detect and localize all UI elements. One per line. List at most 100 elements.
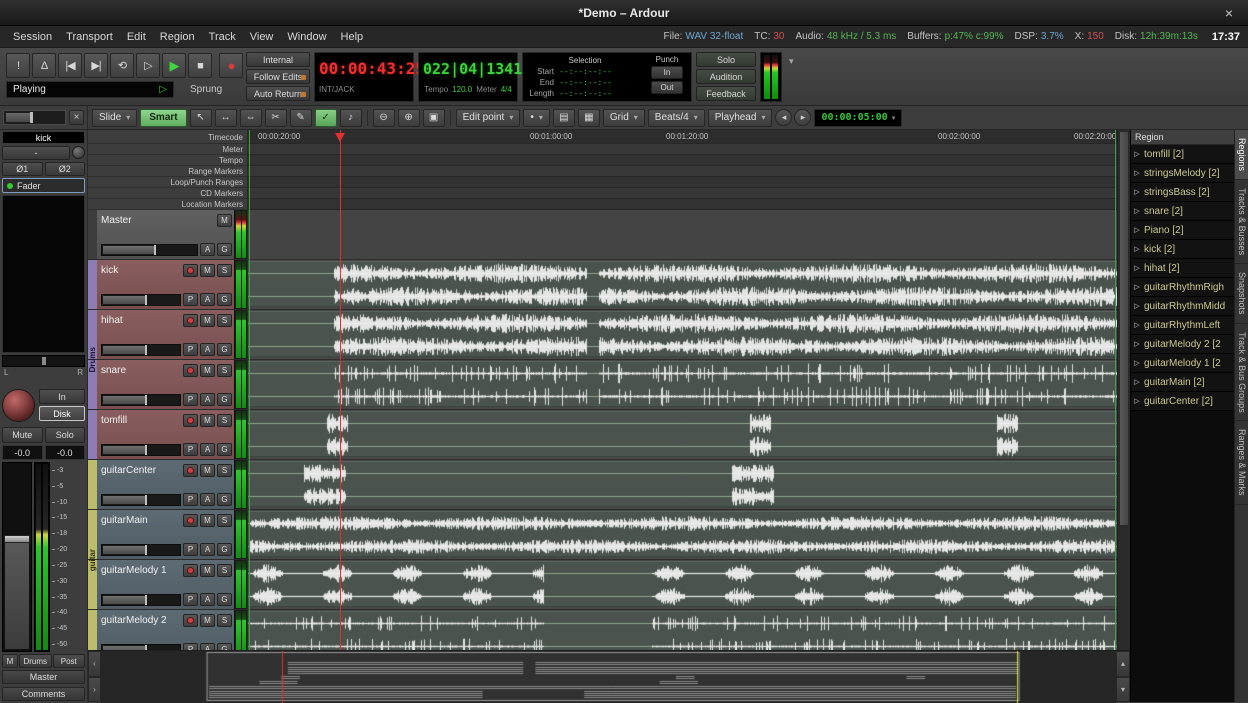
region-item-tomfill-2[interactable]: ▷tomfill [2] <box>1131 145 1234 164</box>
disclosure-icon[interactable]: ▷ <box>1133 169 1141 177</box>
record-enable-button[interactable] <box>183 264 198 277</box>
follow-edits-button[interactable]: Follow Edits <box>246 69 310 84</box>
fader-mode-button[interactable]: Fader <box>2 178 85 193</box>
monitor-disk-button[interactable]: Disk <box>39 406 85 421</box>
tomfill-s-button[interactable]: S <box>217 414 232 427</box>
region-item-guitarmelody-1-2[interactable]: ▷guitarMelody 1 [2 <box>1131 354 1234 373</box>
window-close-icon[interactable]: × <box>1220 4 1238 22</box>
ruler-timecode[interactable]: 00:00:20:0000:01:00:0000:01:20:0000:02:0… <box>248 130 1117 144</box>
menu-help[interactable]: Help <box>334 29 371 45</box>
disclosure-icon[interactable]: ▷ <box>1133 302 1141 310</box>
ruler-loop-punch-ranges[interactable] <box>248 177 1117 188</box>
disclosure-icon[interactable]: ▷ <box>1133 226 1141 234</box>
grid-dropdown[interactable]: Grid <box>603 109 645 127</box>
ruler-range-markers[interactable] <box>248 166 1117 177</box>
region-list-header[interactable]: Region <box>1131 130 1234 145</box>
track-header-tomfill[interactable]: tomfillMSPAG <box>88 410 247 460</box>
track-lane-guitarcenter[interactable] <box>248 460 1117 510</box>
snare-a-button[interactable]: A <box>200 393 215 406</box>
track-header-guitarmelody-2[interactable]: guitarMelody 2MSPAG <box>88 610 247 650</box>
track-gain-fader[interactable] <box>101 244 198 256</box>
tomfill-a-button[interactable]: A <box>200 443 215 456</box>
kick-s-button[interactable]: S <box>217 264 232 277</box>
track-canvas[interactable]: 00:00:20:0000:01:00:0000:01:20:0000:02:0… <box>248 130 1117 650</box>
kick-p-button[interactable]: P <box>183 293 198 306</box>
transport-state-display[interactable]: Playing ▷ <box>6 81 174 98</box>
hihat-m-button[interactable]: M <box>200 314 215 327</box>
master-g-button[interactable]: G <box>217 243 232 256</box>
stretch-tool[interactable]: ⇔ <box>240 109 262 127</box>
menu-track[interactable]: Track <box>202 29 243 45</box>
guitarmain-p-button[interactable]: P <box>183 543 198 556</box>
master-m-button[interactable]: M <box>217 214 232 227</box>
region-item-guitarrhythmrigh[interactable]: ▷guitarRhythmRigh <box>1131 278 1234 297</box>
guitarmelody-1-a-button[interactable]: A <box>200 593 215 606</box>
disclosure-icon[interactable]: ▷ <box>1133 378 1141 386</box>
tomfill-p-button[interactable]: P <box>183 443 198 456</box>
record-button[interactable]: ● <box>219 53 243 78</box>
track-lane-guitarmain[interactable] <box>248 510 1117 560</box>
disclosure-icon[interactable]: ▷ <box>1133 245 1141 253</box>
region-item-snare-2[interactable]: ▷snare [2] <box>1131 202 1234 221</box>
zoom-in-button[interactable]: ⊕ <box>398 109 420 127</box>
range-tool[interactable]: ↔ <box>215 109 237 127</box>
phase-invert-1-button[interactable]: Ø1 <box>2 162 43 176</box>
grid-unit-dropdown[interactable]: Beats/4 <box>648 109 705 127</box>
record-enable-button[interactable] <box>183 314 198 327</box>
region-item-guitarrhythmmidd[interactable]: ▷guitarRhythmMidd <box>1131 297 1234 316</box>
midi-panic-button[interactable]: ! <box>6 53 30 78</box>
track-gain-fader[interactable] <box>101 394 181 406</box>
summary-scroll-right-button[interactable]: › <box>88 677 101 703</box>
zoom-fit-button[interactable]: ▣ <box>423 109 445 127</box>
menu-session[interactable]: Session <box>6 29 59 45</box>
loop-button[interactable]: ⟲ <box>110 53 134 78</box>
stop-button[interactable]: ■ <box>188 53 212 78</box>
trim-gain-knob[interactable] <box>2 389 35 422</box>
disclosure-icon[interactable]: ▷ <box>1133 283 1141 291</box>
auto-return-button[interactable]: Auto Return <box>246 86 310 101</box>
sync-internal-button[interactable]: Internal <box>246 52 310 67</box>
guitarmelody-2-m-button[interactable]: M <box>200 614 215 627</box>
track-header-kick[interactable]: kickMSPAG <box>88 260 247 310</box>
guitarmelody-1-s-button[interactable]: S <box>217 564 232 577</box>
secondary-clock[interactable]: 022|04|1341 Tempo 120.0 Meter 4/4 <box>418 52 518 102</box>
track-header-guitarmelody-1[interactable]: guitarMelody 1MSPAG <box>88 560 247 610</box>
shuttle-mode-label[interactable]: Sprung <box>190 84 222 95</box>
close-icon[interactable]: × <box>69 110 84 125</box>
track-gain-fader[interactable] <box>101 594 181 606</box>
snare-m-button[interactable]: M <box>200 364 215 377</box>
guitarmelody-1-g-button[interactable]: G <box>217 593 232 606</box>
edit-point-dropdown[interactable]: Edit point <box>456 109 521 127</box>
guitarcenter-m-button[interactable]: M <box>200 464 215 477</box>
smart-mode-button[interactable]: Smart <box>140 109 186 127</box>
guitarcenter-p-button[interactable]: P <box>183 493 198 506</box>
gain-fader[interactable] <box>2 462 32 652</box>
solo-button[interactable]: Solo <box>45 427 86 443</box>
region-item-stringsbass-2[interactable]: ▷stringsBass [2] <box>1131 183 1234 202</box>
region-item-hihat-2[interactable]: ▷hihat [2] <box>1131 259 1234 278</box>
disclosure-icon[interactable]: ▷ <box>1133 321 1141 329</box>
kick-g-button[interactable]: G <box>217 293 232 306</box>
primary-clock[interactable]: 00:00:43:25 INT/JACK <box>314 52 414 102</box>
tab-regions[interactable]: Regions <box>1235 130 1248 180</box>
region-item-guitarrhythmleft[interactable]: ▷guitarRhythmLeft <box>1131 316 1234 335</box>
tab-track-bus-groups[interactable]: Track & Bus Groups <box>1235 324 1248 422</box>
track-gain-fader[interactable] <box>101 444 181 456</box>
track-lane-tomfill[interactable] <box>248 410 1117 460</box>
hihat-g-button[interactable]: G <box>217 343 232 356</box>
track-header-guitarmain[interactable]: guitarMainMSPAG <box>88 510 247 560</box>
cut-tool[interactable]: ✂ <box>265 109 287 127</box>
monitor-input-button[interactable]: In <box>39 389 85 404</box>
scroll-right-button[interactable]: ▸ <box>794 109 811 126</box>
hihat-s-button[interactable]: S <box>217 314 232 327</box>
snap-mode-button[interactable]: ▤ <box>553 109 575 127</box>
menu-edit[interactable]: Edit <box>120 29 153 45</box>
record-enable-button[interactable] <box>183 614 198 627</box>
track-gain-fader[interactable] <box>101 294 181 306</box>
guitarmain-g-button[interactable]: G <box>217 543 232 556</box>
goto-start-button[interactable]: |◀ <box>58 53 82 78</box>
menu-region[interactable]: Region <box>153 29 202 45</box>
comments-button[interactable]: Comments <box>2 687 85 701</box>
summary-scroll-left-button[interactable]: ‹ <box>88 651 101 677</box>
summary-canvas[interactable] <box>101 651 1116 703</box>
